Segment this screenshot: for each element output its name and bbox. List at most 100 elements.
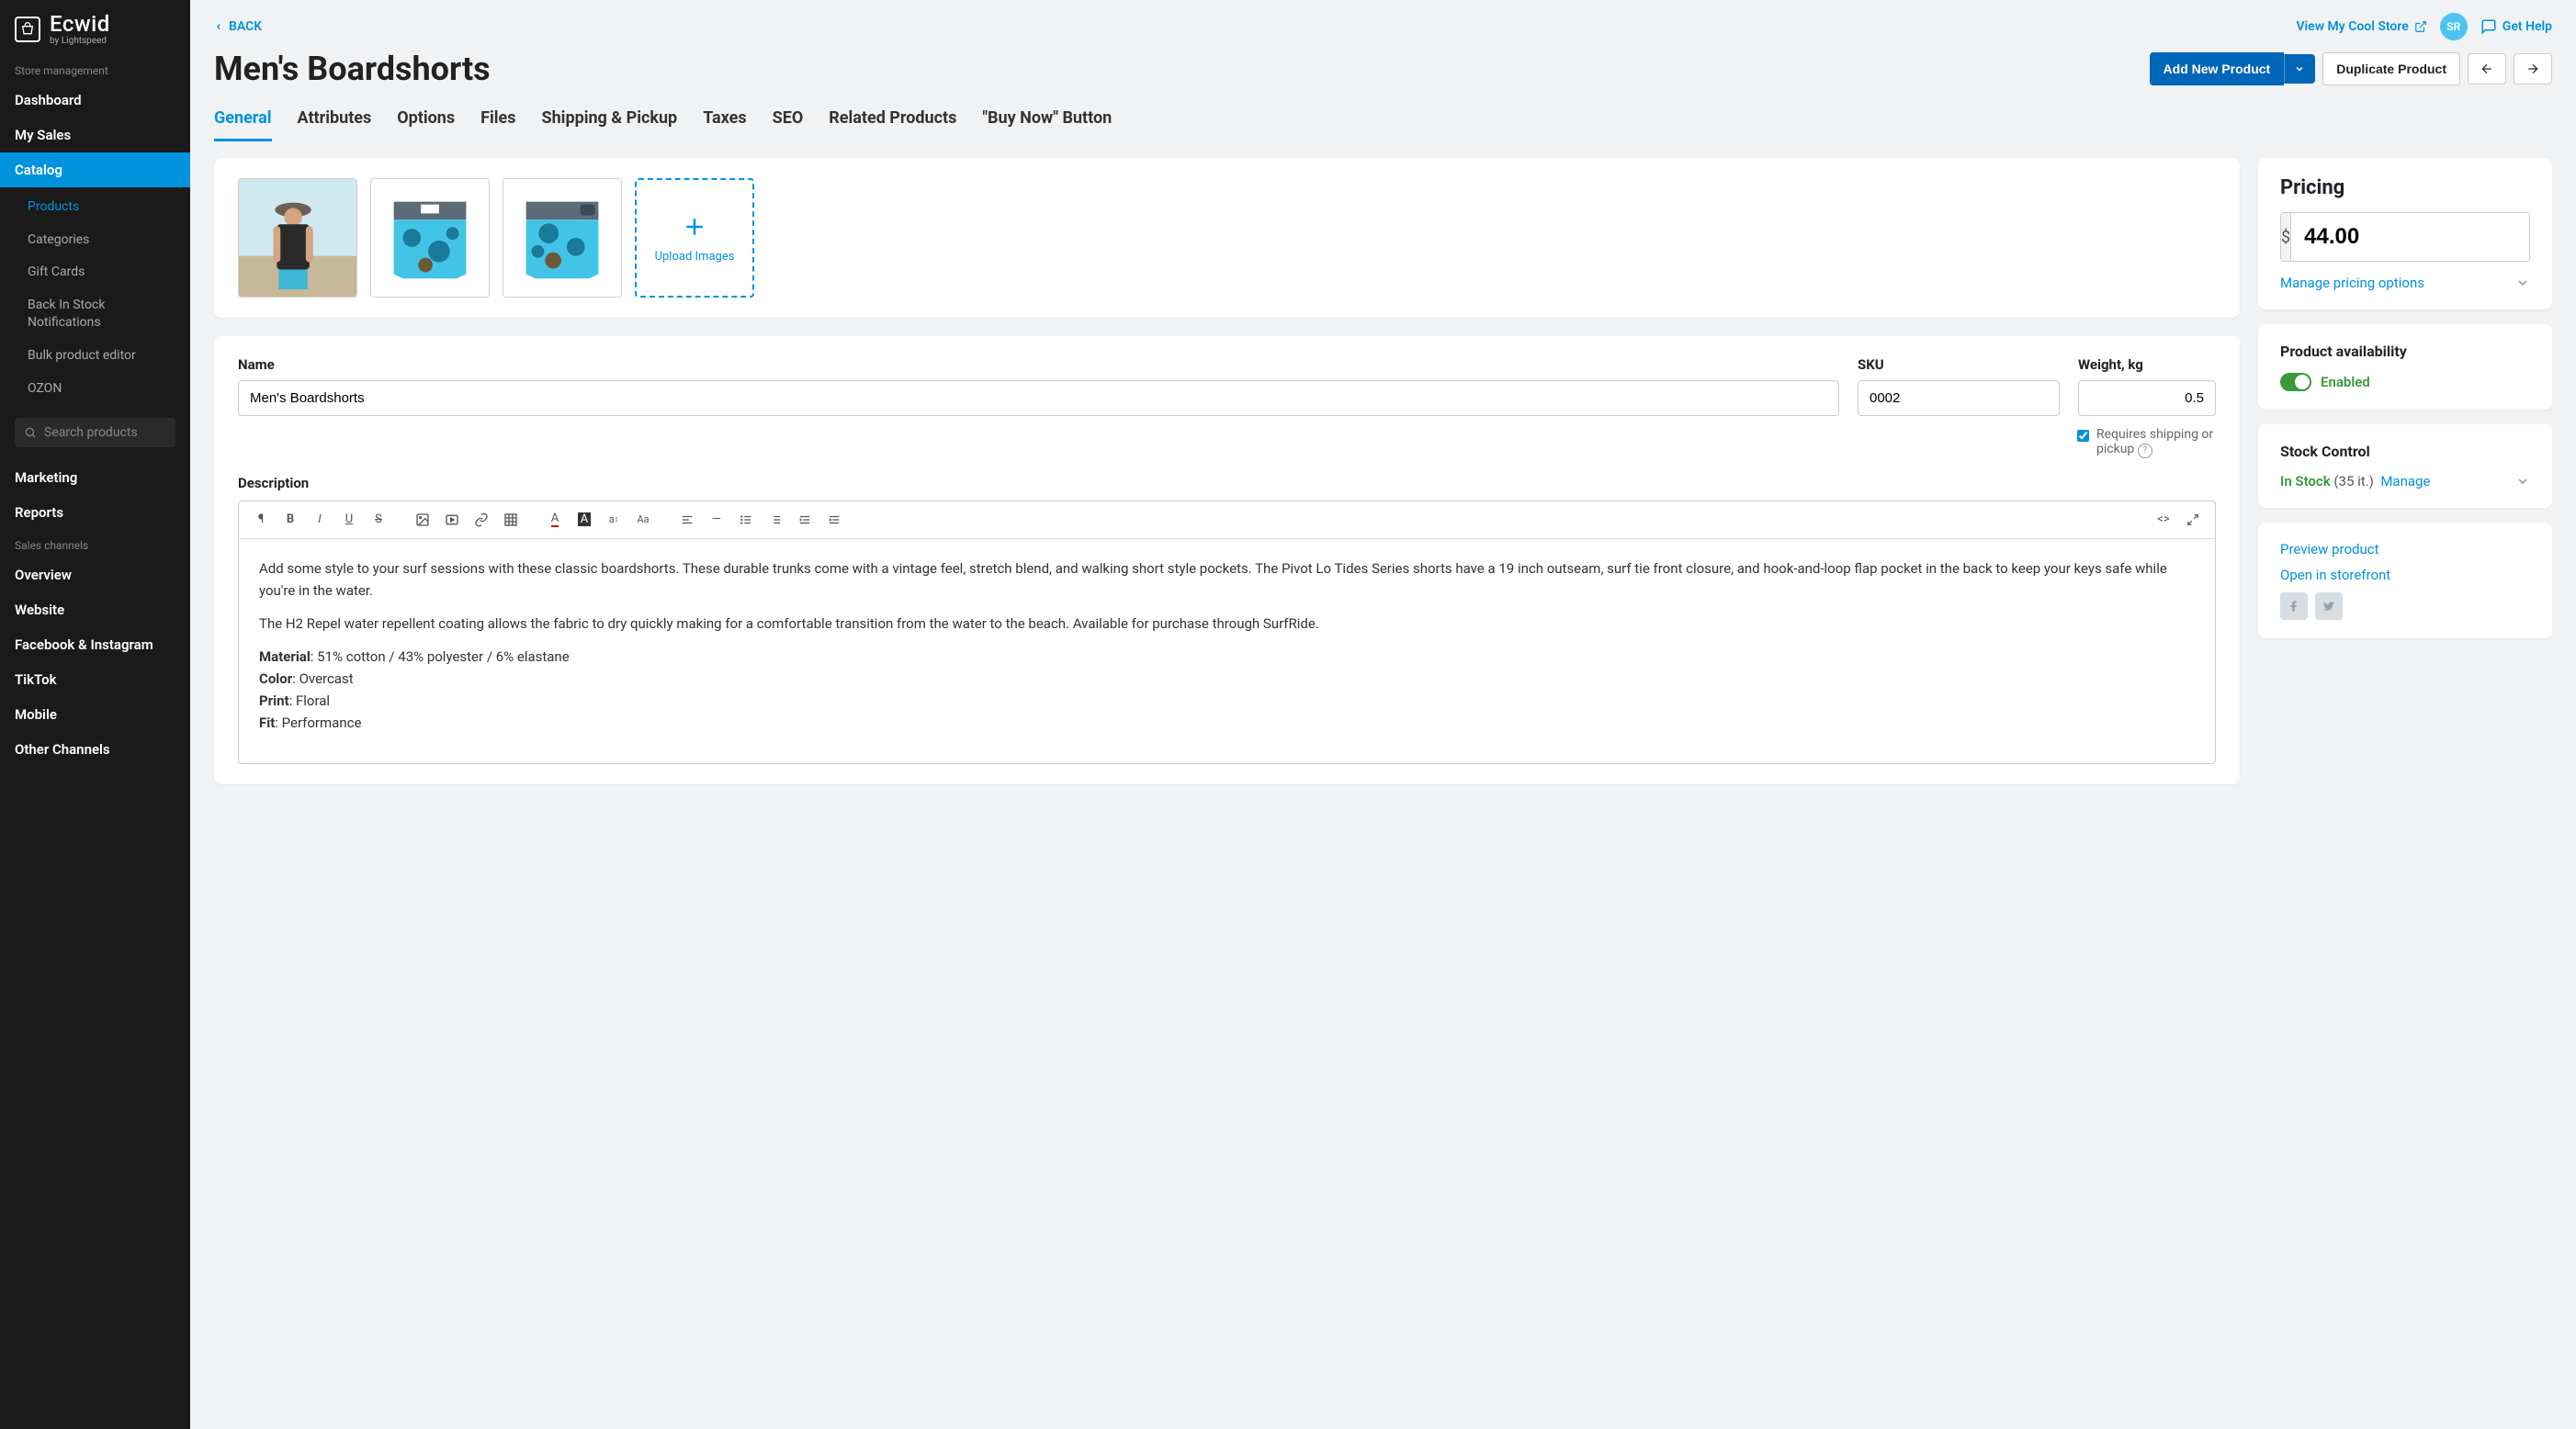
- tb-hr[interactable]: —: [704, 507, 729, 533]
- tab-taxes[interactable]: Taxes: [703, 108, 746, 141]
- tb-ul[interactable]: [733, 507, 759, 533]
- tab-seo[interactable]: SEO: [773, 108, 804, 141]
- nav-facebook-instagram[interactable]: Facebook & Instagram: [0, 627, 190, 662]
- tb-case[interactable]: Aa: [630, 507, 656, 533]
- info-icon[interactable]: ?: [2138, 444, 2152, 458]
- subnav-back-in-stock[interactable]: Back In Stock Notifications: [0, 289, 190, 340]
- availability-card: Product availability Enabled: [2258, 324, 2552, 410]
- tb-strike[interactable]: S: [366, 507, 391, 533]
- subnav-categories[interactable]: Categories: [0, 224, 190, 257]
- product-image-2[interactable]: [370, 178, 490, 298]
- search-products-input[interactable]: Search products: [15, 418, 175, 447]
- tb-bold[interactable]: B: [277, 507, 303, 533]
- logo-sub: by Lightspeed: [50, 37, 110, 46]
- tab-shipping[interactable]: Shipping & Pickup: [542, 108, 678, 141]
- requires-shipping-checkbox[interactable]: [2077, 430, 2089, 442]
- next-product-button[interactable]: [2514, 53, 2552, 84]
- link-icon: [474, 512, 489, 527]
- nav-mobile[interactable]: Mobile: [0, 697, 190, 732]
- stock-card: Stock Control In Stock (35 it.) Manage: [2258, 424, 2552, 508]
- tb-image[interactable]: [410, 507, 435, 533]
- sku-input[interactable]: [1858, 380, 2060, 416]
- open-storefront-link[interactable]: Open in storefront: [2280, 567, 2530, 583]
- nav-website[interactable]: Website: [0, 592, 190, 627]
- weight-input[interactable]: [2078, 380, 2216, 416]
- currency-symbol: $: [2281, 213, 2291, 261]
- share-twitter-button[interactable]: [2315, 592, 2343, 620]
- tb-code[interactable]: <>: [2151, 507, 2176, 533]
- stock-title: Stock Control: [2280, 443, 2530, 460]
- chevron-left-icon: [214, 20, 223, 33]
- name-input[interactable]: [238, 380, 1839, 416]
- tb-font-size[interactable]: a↕: [601, 507, 627, 533]
- add-new-product-button[interactable]: Add New Product: [2150, 52, 2285, 85]
- weight-label: Weight, kg: [2078, 356, 2216, 373]
- tb-bg-color[interactable]: A: [571, 507, 597, 533]
- product-tabs: General Attributes Options Files Shippin…: [190, 88, 2576, 141]
- stock-status: In Stock: [2280, 473, 2331, 489]
- duplicate-product-button[interactable]: Duplicate Product: [2322, 52, 2460, 85]
- align-icon: [681, 513, 694, 526]
- logo[interactable]: Ecwid by Lightspeed: [0, 0, 190, 55]
- help-link[interactable]: Get Help: [2480, 18, 2552, 35]
- tab-buy-now[interactable]: "Buy Now" Button: [982, 108, 1112, 141]
- tab-general[interactable]: General: [214, 108, 272, 141]
- subnav-gift-cards[interactable]: Gift Cards: [0, 256, 190, 289]
- avatar[interactable]: SR: [2440, 13, 2468, 40]
- nav-reports[interactable]: Reports: [0, 495, 190, 530]
- image-icon: [415, 512, 430, 527]
- requires-shipping-label: Requires shipping or pickup: [2096, 427, 2213, 456]
- view-store-link[interactable]: View My Cool Store: [2296, 19, 2426, 34]
- tb-fullscreen[interactable]: [2180, 507, 2206, 533]
- tb-link[interactable]: [469, 507, 494, 533]
- links-card: Preview product Open in storefront: [2258, 523, 2552, 638]
- pricing-title: Pricing: [2280, 176, 2530, 199]
- nav-my-sales[interactable]: My Sales: [0, 118, 190, 152]
- upload-images-button[interactable]: Upload Images: [635, 178, 754, 298]
- stock-manage-link[interactable]: Manage: [2380, 473, 2430, 489]
- description-editor: ¶ B I U S A A: [238, 501, 2216, 764]
- price-input[interactable]: [2291, 213, 2530, 261]
- tab-related[interactable]: Related Products: [829, 108, 956, 141]
- name-label: Name: [238, 356, 1839, 373]
- chevron-down-icon: [2515, 276, 2530, 290]
- tb-ol[interactable]: [763, 507, 788, 533]
- nav-other-channels[interactable]: Other Channels: [0, 732, 190, 767]
- tb-table[interactable]: [498, 507, 524, 533]
- tb-text-color[interactable]: A: [542, 507, 568, 533]
- subnav-ozon[interactable]: OZON: [0, 373, 190, 406]
- nav-dashboard[interactable]: Dashboard: [0, 83, 190, 118]
- logo-icon: [15, 17, 40, 42]
- tb-underline[interactable]: U: [336, 507, 362, 533]
- tab-options[interactable]: Options: [397, 108, 455, 141]
- tb-video[interactable]: [439, 507, 465, 533]
- subnav-bulk-editor[interactable]: Bulk product editor: [0, 340, 190, 373]
- manage-pricing-link[interactable]: Manage pricing options: [2280, 275, 2530, 291]
- subnav-products[interactable]: Products: [0, 191, 190, 224]
- prev-product-button[interactable]: [2468, 53, 2506, 84]
- tab-files[interactable]: Files: [480, 108, 515, 141]
- enabled-toggle[interactable]: [2280, 373, 2311, 391]
- plus-icon: [681, 213, 708, 241]
- editor-content[interactable]: Add some style to your surf sessions wit…: [239, 539, 2215, 763]
- back-link[interactable]: BACK: [214, 19, 262, 34]
- add-new-product-dropdown[interactable]: [2284, 54, 2315, 84]
- nav-tiktok[interactable]: TikTok: [0, 662, 190, 697]
- nav-catalog[interactable]: Catalog: [0, 152, 190, 187]
- tb-indent[interactable]: [821, 507, 847, 533]
- facebook-icon: [2288, 600, 2300, 613]
- preview-product-link[interactable]: Preview product: [2280, 541, 2530, 557]
- tb-align[interactable]: [674, 507, 700, 533]
- tb-paragraph[interactable]: ¶: [248, 507, 274, 533]
- nav-marketing[interactable]: Marketing: [0, 460, 190, 495]
- tab-attributes[interactable]: Attributes: [298, 108, 372, 141]
- indent-icon: [828, 513, 841, 526]
- tb-italic[interactable]: I: [307, 507, 333, 533]
- share-facebook-button[interactable]: [2280, 592, 2308, 620]
- product-image-3[interactable]: [503, 178, 622, 298]
- product-image-1[interactable]: [238, 178, 357, 298]
- nav-overview[interactable]: Overview: [0, 557, 190, 592]
- tb-outdent[interactable]: [792, 507, 818, 533]
- details-card: Name SKU Weight, kg: [214, 336, 2240, 784]
- external-link-icon: [2414, 20, 2427, 33]
